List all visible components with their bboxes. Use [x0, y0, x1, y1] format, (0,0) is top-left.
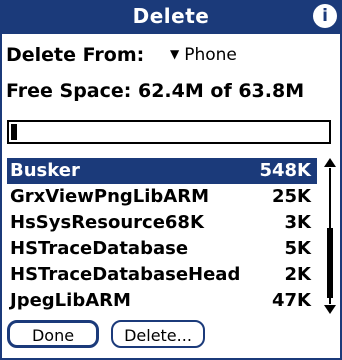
- item-name: GrxViewPngLibARM: [10, 186, 210, 207]
- list-item[interactable]: HSTraceDatabase 5K: [7, 236, 317, 262]
- item-size: 548K: [259, 160, 311, 181]
- item-size: 47K: [272, 290, 311, 311]
- list-item[interactable]: HsSysResource68K 3K: [7, 210, 317, 236]
- item-name: Busker: [10, 160, 80, 181]
- list-scrollbar[interactable]: [324, 158, 336, 314]
- list-item[interactable]: HSTraceDatabaseHead 2K: [7, 262, 317, 288]
- delete-screen: Delete i Delete From: ▼ Phone Free Space:…: [0, 0, 342, 360]
- item-size: 2K: [284, 264, 311, 285]
- item-size: 5K: [284, 238, 311, 259]
- delete-from-label: Delete From:: [6, 44, 145, 66]
- list-item[interactable]: JpegLibARM 47K: [7, 288, 317, 314]
- title-bar: Delete i: [0, 0, 342, 34]
- done-button[interactable]: Done: [7, 320, 99, 348]
- device-selected-value: Phone: [184, 45, 237, 65]
- scroll-thumb[interactable]: [327, 228, 333, 298]
- screen-title: Delete: [132, 4, 210, 28]
- item-size: 25K: [272, 186, 311, 207]
- gauge-fill: [11, 124, 17, 140]
- delete-button[interactable]: Delete...: [111, 320, 205, 348]
- scroll-down-arrow-icon[interactable]: [324, 305, 336, 314]
- list-item[interactable]: GrxViewPngLibARM 25K: [7, 184, 317, 210]
- list-item[interactable]: Busker 548K: [7, 158, 317, 184]
- item-name: JpegLibARM: [10, 290, 131, 311]
- info-icon[interactable]: i: [313, 4, 337, 28]
- triangle-down-icon: ▼: [170, 47, 180, 61]
- scroll-up-arrow-icon[interactable]: [324, 158, 336, 167]
- free-space-label: Free Space: 62.4M of 63.8M: [6, 80, 305, 102]
- free-space-gauge: [7, 120, 331, 144]
- device-popup-trigger[interactable]: ▼ Phone: [170, 45, 237, 65]
- item-name: HSTraceDatabase: [10, 238, 189, 259]
- item-name: HsSysResource68K: [10, 212, 204, 233]
- item-name: HSTraceDatabaseHead: [10, 264, 241, 285]
- item-size: 3K: [284, 212, 311, 233]
- app-list: Busker 548K GrxViewPngLibARM 25K HsSysResour…: [7, 158, 317, 314]
